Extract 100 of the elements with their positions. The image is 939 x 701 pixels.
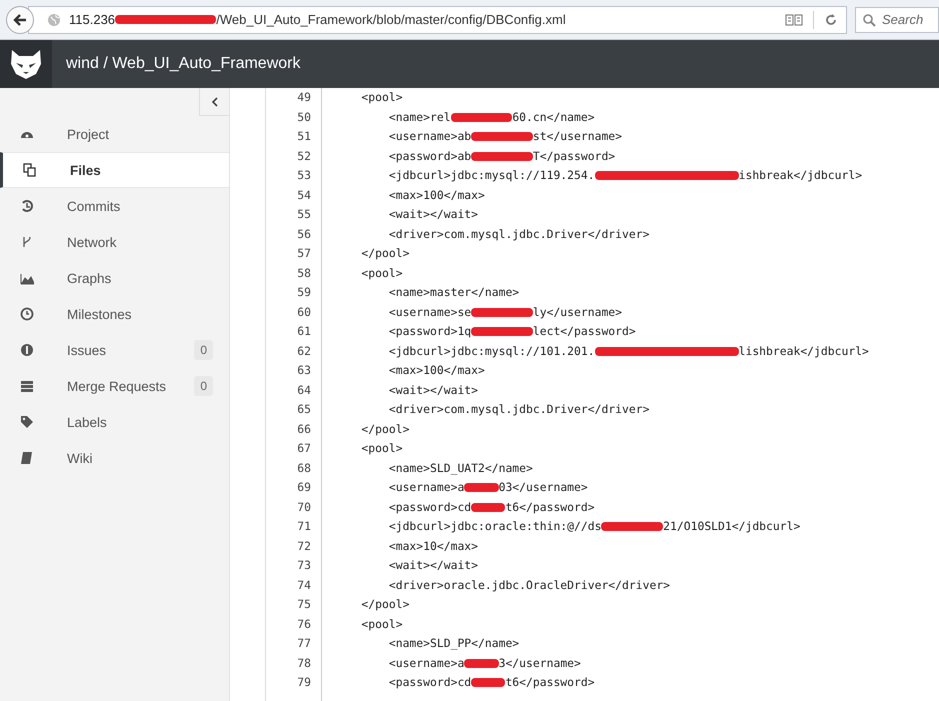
code-text: <pool> bbox=[360, 616, 403, 632]
code-text: <jdbcurl>jdbc:mysql://101.201. bbox=[388, 342, 595, 360]
sidebar-item[interactable]: Merge Requests 0 bbox=[0, 368, 229, 404]
address-bar[interactable]: 115.236 /Web_UI_Auto_Framework/blob/master/config/DBConfig.xml bbox=[28, 6, 847, 34]
line-number: 63 bbox=[297, 362, 311, 379]
redaction-mark bbox=[471, 132, 533, 142]
code-text: ly</username> bbox=[532, 304, 622, 320]
clock-icon bbox=[20, 307, 34, 321]
back-arrow-icon bbox=[12, 12, 28, 28]
history-icon bbox=[20, 199, 34, 213]
code-text: 21/O10SLD1</jdbcurl> bbox=[663, 518, 800, 535]
code-text: <jdbcurl>jdbc:mysql://119.254. bbox=[388, 167, 595, 184]
search-field[interactable]: Search bbox=[855, 6, 939, 32]
code-text: lishbreak</jdbcurl> bbox=[738, 342, 869, 360]
chevron-left-icon bbox=[210, 96, 218, 106]
line-number: 78 bbox=[297, 654, 311, 672]
url-text: 115.236 bbox=[69, 12, 116, 27]
line-number: 74 bbox=[297, 576, 311, 594]
line-number: 57 bbox=[297, 245, 311, 262]
sidebar-item[interactable]: Graphs bbox=[0, 260, 229, 296]
line-number: 51 bbox=[297, 128, 311, 145]
line-number: 70 bbox=[297, 498, 311, 516]
redaction-mark bbox=[471, 308, 533, 317]
code-text: <pool> bbox=[360, 440, 403, 457]
code-text: <wait></wait> bbox=[388, 382, 478, 398]
line-number: 64 bbox=[297, 382, 311, 398]
line-number: 58 bbox=[297, 264, 311, 282]
code-text: <username>a bbox=[388, 654, 464, 672]
code-text: <max>10</max> bbox=[388, 538, 478, 554]
redaction-mark bbox=[471, 502, 506, 512]
tags-icon bbox=[20, 415, 34, 429]
code-text: </pool> bbox=[360, 596, 410, 613]
reload-icon[interactable] bbox=[824, 12, 838, 26]
code-text: lect</password> bbox=[532, 323, 636, 340]
line-number: 76 bbox=[297, 616, 311, 632]
line-number: 79 bbox=[297, 674, 311, 691]
line-number: 72 bbox=[297, 538, 311, 554]
code-text: 3</username> bbox=[498, 654, 581, 672]
line-number: 65 bbox=[297, 401, 311, 418]
line-number: 50 bbox=[297, 108, 311, 126]
reader-icon[interactable] bbox=[785, 12, 803, 26]
code-text: st</username> bbox=[532, 128, 622, 145]
sidebar-item[interactable]: Network bbox=[0, 224, 229, 260]
sidebar-item[interactable]: Files bbox=[0, 152, 229, 188]
info-icon bbox=[20, 343, 34, 357]
sidebar-item[interactable]: Issues 0 bbox=[0, 332, 229, 368]
sidebar-item[interactable]: Labels bbox=[0, 404, 229, 440]
code-text: ishbreak</jdbcurl> bbox=[738, 167, 862, 184]
code-text: T</password> bbox=[532, 148, 616, 164]
line-number: 54 bbox=[297, 186, 311, 204]
sidebar-item[interactable]: Wiki bbox=[0, 440, 229, 476]
redaction-mark bbox=[464, 658, 499, 668]
line-number: 60 bbox=[297, 304, 311, 320]
back-button[interactable] bbox=[6, 6, 34, 34]
line-number: 68 bbox=[297, 460, 311, 476]
redaction-mark bbox=[471, 152, 533, 161]
sidebar-item[interactable]: Milestones bbox=[0, 296, 229, 332]
redaction-mark bbox=[601, 522, 664, 532]
code-text: <jdbcurl>jdbc:oracle:thin:@//ds bbox=[388, 518, 602, 535]
code-text: <pool> bbox=[360, 89, 403, 106]
code-text: <username>ab bbox=[388, 128, 472, 145]
count-badge: 0 bbox=[194, 376, 213, 396]
files-icon bbox=[23, 163, 37, 177]
line-number: 62 bbox=[297, 342, 311, 360]
collapse-button[interactable] bbox=[199, 88, 229, 116]
line-number: 67 bbox=[297, 440, 311, 457]
list-icon bbox=[20, 379, 34, 393]
project-title[interactable]: wind / Web_UI_Auto_Framework bbox=[66, 55, 300, 73]
line-number: 66 bbox=[297, 420, 311, 438]
line-number: 49 bbox=[297, 89, 311, 106]
book-icon bbox=[20, 451, 34, 465]
code-text: <password>1q bbox=[388, 323, 472, 340]
code-text: <wait></wait> bbox=[388, 557, 478, 574]
code-text: 03</username> bbox=[498, 479, 588, 496]
code-text: <max>100</max> bbox=[388, 362, 485, 379]
redaction-mark bbox=[471, 327, 533, 336]
code-text: <username>a bbox=[388, 479, 464, 496]
sidebar-item[interactable]: Commits bbox=[0, 188, 229, 224]
line-number: 75 bbox=[297, 596, 311, 613]
line-number: 69 bbox=[297, 479, 311, 496]
line-number: 73 bbox=[297, 557, 311, 574]
code-text: <driver>oracle.jdbc.OracleDriver</driver> bbox=[388, 576, 670, 594]
code-text: <name>SLD_UAT2</name> bbox=[388, 460, 533, 477]
line-number: 77 bbox=[297, 635, 311, 652]
globe-icon bbox=[47, 12, 61, 26]
logo-icon[interactable] bbox=[0, 40, 52, 88]
code-text: <password>cd bbox=[388, 498, 472, 516]
sidebar-item[interactable]: Project bbox=[0, 116, 229, 152]
url-text: /Web_UI_Auto_Framework/blob/master/config/DBConfig.xml bbox=[216, 12, 566, 27]
code-text: <pool> bbox=[360, 264, 403, 282]
code-text: <password>ab bbox=[388, 148, 472, 164]
code-text: <driver>com.mysql.jdbc.Driver</driver> bbox=[388, 226, 650, 242]
line-number: 52 bbox=[297, 148, 311, 164]
code-text: <driver>com.mysql.jdbc.Driver</driver> bbox=[388, 401, 650, 418]
code-text: t6</password> bbox=[505, 674, 595, 691]
code-text: t6</password> bbox=[505, 498, 595, 516]
code-text: <name>master</name> bbox=[388, 284, 520, 301]
line-number: 53 bbox=[297, 167, 311, 184]
code-text: <wait></wait> bbox=[388, 206, 478, 223]
redaction-mark bbox=[464, 483, 499, 492]
